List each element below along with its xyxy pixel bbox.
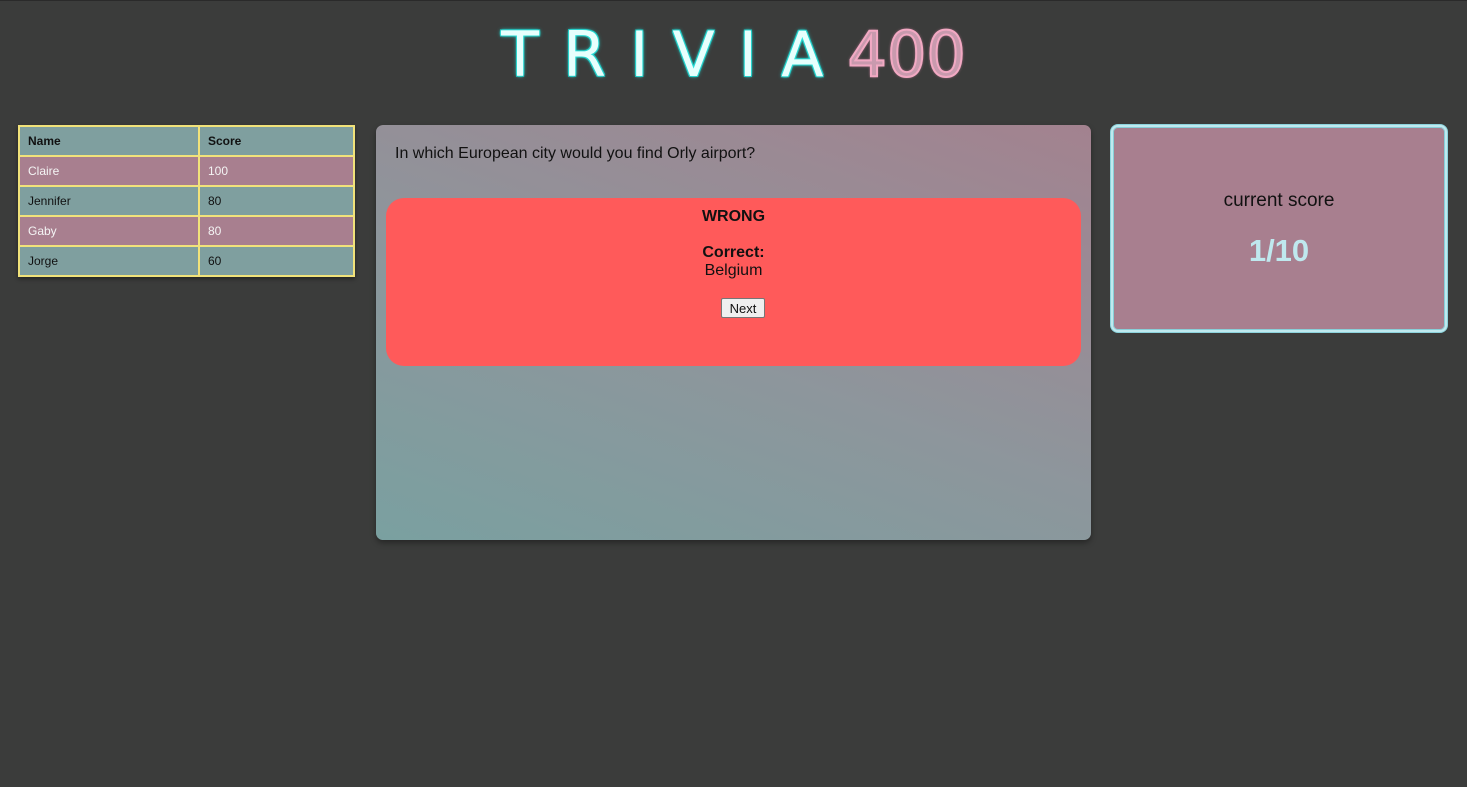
player-name: Jennifer: [18, 185, 200, 217]
score-value: 1/10: [1248, 233, 1310, 268]
table-row: Gaby 80: [18, 215, 355, 247]
player-score: 100: [198, 155, 355, 187]
title-word: TRIVIA: [501, 18, 848, 91]
player-score: 80: [198, 185, 355, 217]
app-title: TRIVIA400: [0, 17, 1467, 93]
score-label: current score: [1223, 190, 1335, 211]
player-name: Jorge: [18, 245, 200, 277]
player-score: 80: [198, 215, 355, 247]
column-header-score: Score: [198, 125, 355, 157]
table-row: Jorge 60: [18, 245, 355, 277]
player-name: Gaby: [18, 215, 200, 247]
player-name: Claire: [18, 155, 200, 187]
result-status: WRONG: [701, 208, 766, 225]
next-button[interactable]: Next: [721, 298, 765, 318]
question-panel: In which European city would you find Or…: [376, 125, 1091, 540]
leaderboard-header-row: Name Score: [18, 125, 355, 157]
question-text: In which European city would you find Or…: [395, 145, 756, 162]
table-row: Claire 100: [18, 155, 355, 187]
score-panel: current score 1/10: [1111, 125, 1447, 332]
correct-answer: Belgium: [704, 262, 763, 279]
table-row: Jennifer 80: [18, 185, 355, 217]
correct-label: Correct:: [702, 244, 765, 261]
result-box: WRONG Correct: Belgium Next: [386, 198, 1081, 366]
title-number: 400: [846, 17, 966, 92]
column-header-name: Name: [18, 125, 200, 157]
leaderboard-table: Name Score Claire 100 Jennifer 80 Gaby 8…: [18, 125, 355, 277]
player-score: 60: [198, 245, 355, 277]
